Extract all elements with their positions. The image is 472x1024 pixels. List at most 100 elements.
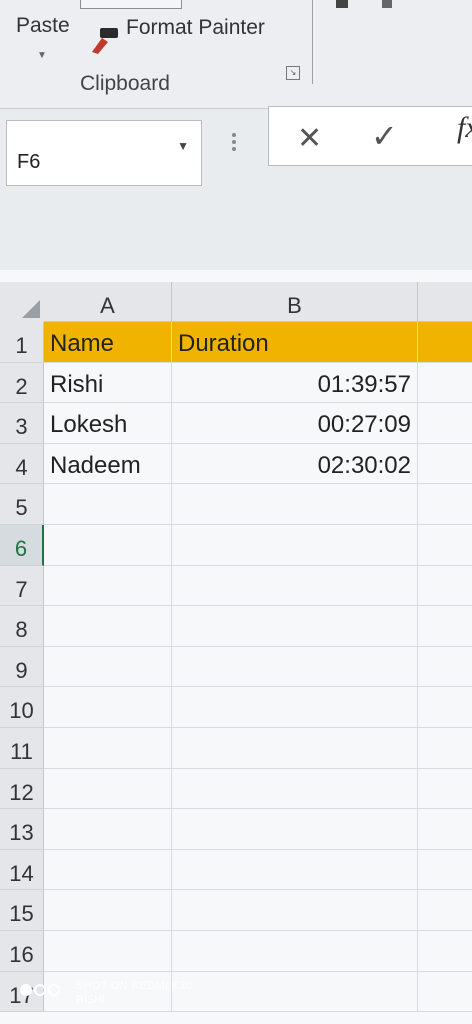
cell-c9[interactable]: [418, 647, 472, 687]
cell-b8[interactable]: [172, 606, 418, 646]
cell-b15[interactable]: [172, 890, 418, 930]
cell-c17[interactable]: [418, 972, 472, 1012]
cell-b2[interactable]: 01:39:57: [172, 362, 418, 403]
format-painter-icon: [92, 28, 118, 54]
row-headers: 1 2 3 4 5 6 7 8 9 10 11 12 13 14 15 16 1…: [0, 322, 44, 1013]
row-header-2[interactable]: 2: [0, 362, 44, 404]
cell-b17[interactable]: [172, 971, 418, 1012]
cell-b1[interactable]: Duration: [172, 322, 418, 362]
cell-c11[interactable]: [418, 728, 472, 768]
cell-c2[interactable]: [418, 363, 472, 403]
table-row: [44, 930, 472, 972]
table-row: Rishi 01:39:57: [44, 362, 472, 404]
name-box[interactable]: F6 ▼: [6, 120, 202, 186]
cell-area: Name Duration Rishi 01:39:57 Lokesh 00:2…: [44, 322, 472, 1013]
cell-a7[interactable]: [44, 565, 172, 606]
cancel-icon[interactable]: ✕: [297, 121, 322, 156]
cell-c3[interactable]: [418, 403, 472, 443]
cell-c8[interactable]: [418, 606, 472, 646]
paste-dropdown-icon[interactable]: ▼: [37, 50, 47, 61]
cell-c6[interactable]: [418, 525, 472, 565]
cell-b5[interactable]: [172, 484, 418, 524]
cell-a8[interactable]: [44, 606, 172, 646]
paste-button[interactable]: Paste: [16, 14, 70, 38]
row-header-15[interactable]: 15: [0, 890, 44, 931]
cell-a4[interactable]: Nadeem: [44, 443, 172, 484]
watermark-line-1: SHOT ON REDMI K20: [76, 980, 193, 992]
camera-logo-icon: [20, 984, 60, 996]
cell-a14[interactable]: [44, 849, 172, 890]
chevron-down-icon[interactable]: ▼: [177, 139, 189, 153]
cell-b14[interactable]: [172, 849, 418, 890]
ribbon-separator: [312, 0, 313, 84]
cell-b9[interactable]: [172, 646, 418, 687]
row-header-12[interactable]: 12: [0, 768, 44, 810]
dialog-launcher-icon[interactable]: ↘: [286, 66, 300, 80]
formula-bar-buttons: ✕ ✓ fx: [268, 106, 472, 166]
cell-a15[interactable]: [44, 890, 172, 930]
cell-a13[interactable]: [44, 809, 172, 849]
cell-a9[interactable]: [44, 646, 172, 687]
cell-c15[interactable]: [418, 890, 472, 930]
cell-a5[interactable]: [44, 484, 172, 524]
bold-icon[interactable]: [336, 0, 348, 8]
column-header-c[interactable]: [418, 282, 472, 322]
table-row: [44, 646, 472, 688]
cell-a6[interactable]: [44, 524, 172, 565]
cell-b12[interactable]: [172, 768, 418, 809]
row-header-8[interactable]: 8: [0, 606, 44, 647]
row-header-14[interactable]: 14: [0, 849, 44, 891]
row-header-7[interactable]: 7: [0, 565, 44, 607]
table-row: [44, 484, 472, 525]
row-header-10[interactable]: 10: [0, 687, 44, 728]
insert-function-icon[interactable]: fx: [457, 111, 472, 145]
cell-b11[interactable]: [172, 727, 418, 768]
cell-b4[interactable]: 02:30:02: [172, 443, 418, 484]
copy-button-partial[interactable]: [80, 0, 182, 9]
cell-c5[interactable]: [418, 484, 472, 524]
cell-c4[interactable]: [418, 444, 472, 484]
row-header-3[interactable]: 3: [0, 403, 44, 444]
cell-b13[interactable]: [172, 809, 418, 849]
cell-a2[interactable]: Rishi: [44, 362, 172, 403]
table-row: [44, 849, 472, 891]
row-header-6[interactable]: 6: [0, 524, 44, 566]
cell-c10[interactable]: [418, 687, 472, 727]
cell-c13[interactable]: [418, 809, 472, 849]
table-row: [44, 809, 472, 850]
column-header-b[interactable]: B: [172, 282, 418, 322]
cell-a16[interactable]: [44, 930, 172, 971]
row-header-9[interactable]: 9: [0, 646, 44, 688]
select-all-button[interactable]: [0, 282, 45, 323]
table-row: [44, 890, 472, 931]
row-header-11[interactable]: 11: [0, 727, 44, 769]
cell-b7[interactable]: [172, 565, 418, 606]
row-header-16[interactable]: 16: [0, 930, 44, 972]
cell-b16[interactable]: [172, 930, 418, 971]
cell-b3[interactable]: 00:27:09: [172, 403, 418, 443]
cell-a10[interactable]: [44, 687, 172, 727]
cell-a12[interactable]: [44, 768, 172, 809]
format-painter-button[interactable]: Format Painter: [126, 16, 265, 40]
cell-a3[interactable]: Lokesh: [44, 403, 172, 443]
italic-icon[interactable]: [382, 0, 392, 8]
cell-b10[interactable]: [172, 687, 418, 727]
row-header-1[interactable]: 1: [0, 322, 44, 363]
formula-bar-drag-handle[interactable]: [232, 130, 238, 158]
cell-b6[interactable]: [172, 524, 418, 565]
table-row: [44, 565, 472, 607]
cell-a11[interactable]: [44, 727, 172, 768]
column-header-a[interactable]: A: [44, 282, 172, 322]
cell-c7[interactable]: [418, 566, 472, 606]
enter-icon[interactable]: ✓: [371, 117, 398, 155]
table-row: [44, 606, 472, 647]
cell-c1[interactable]: [418, 322, 472, 362]
cell-c16[interactable]: [418, 931, 472, 971]
row-header-4[interactable]: 4: [0, 443, 44, 485]
table-row: [44, 687, 472, 728]
cell-c14[interactable]: [418, 850, 472, 890]
row-header-5[interactable]: 5: [0, 484, 44, 525]
cell-a1[interactable]: Name: [44, 322, 172, 362]
row-header-13[interactable]: 13: [0, 809, 44, 850]
cell-c12[interactable]: [418, 769, 472, 809]
